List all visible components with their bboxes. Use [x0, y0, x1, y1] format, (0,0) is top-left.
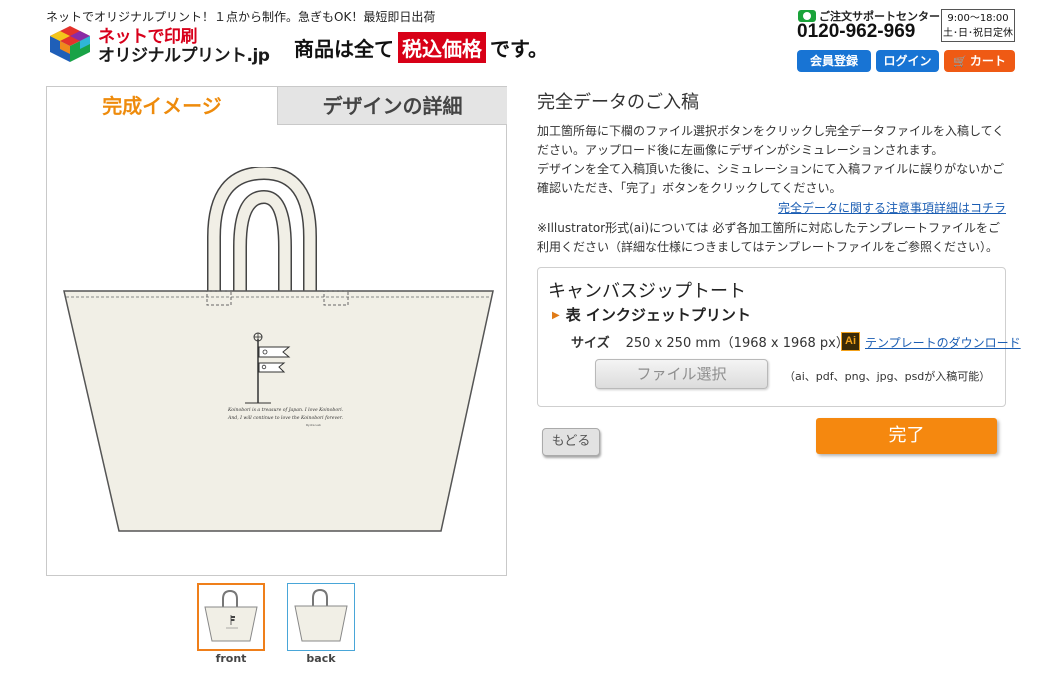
thumbnail-front[interactable]: [197, 583, 265, 651]
cart-button[interactable]: 🛒 カート: [944, 50, 1015, 72]
business-hours: 9:00～18:00 土･日･祝日定休: [941, 9, 1015, 42]
print-text-line1: Koinobori is a treasure of Japan. I love…: [227, 407, 344, 413]
tote-bag-back-thumbnail-icon: [294, 588, 348, 642]
thumbnail-back[interactable]: [287, 583, 355, 651]
print-signature: Ryota Lab: [306, 423, 321, 427]
tax-included-notice: 商品は全て 税込価格 です。: [294, 32, 548, 63]
register-button[interactable]: 会員登録: [797, 50, 871, 72]
print-text-line2: And, I will continue to love the Koinobo…: [227, 415, 343, 421]
site-logo[interactable]: ネットで印刷 オリジナルプリント.jp: [46, 22, 276, 66]
illustrator-file-icon: Ai: [841, 332, 860, 351]
back-button[interactable]: もどる: [542, 428, 600, 456]
cart-icon: 🛒: [953, 55, 967, 68]
tote-bag-front-thumbnail-icon: [204, 589, 258, 642]
instructions-paragraph-2: デザインを全て入稿頂いた後に、シミュレーションにて入稿ファイルに誤りがないかご確…: [537, 162, 1005, 195]
data-notes-link[interactable]: 完全データに関する注意事項詳細はコチラ: [778, 199, 1006, 216]
tax-badge: 税込価格: [398, 32, 486, 63]
tab-design-details[interactable]: デザインの詳細: [277, 87, 507, 125]
thumbnail-front-label: front: [215, 652, 247, 665]
thumbnail-back-label: back: [306, 652, 336, 665]
login-button[interactable]: ログイン: [876, 50, 939, 72]
cube-logo-icon: [50, 26, 90, 62]
support-phone-number[interactable]: 0120-962-969: [797, 21, 915, 43]
upload-section-title: 完全データのご入稿: [537, 92, 699, 113]
tax-suffix: です。: [490, 37, 548, 61]
print-side-row: ▶ 表 インクジェットプリント: [552, 304, 751, 325]
hours-closed-days: 土･日･祝日定休: [943, 28, 1013, 39]
preview-panel: 完成イメージ デザインの詳細 Koinobori is a treasure o…: [46, 86, 507, 576]
upload-instructions: 加工箇所毎に下欄のファイル選択ボタンをクリックし完全データファイルを入稿してくだ…: [537, 122, 1007, 198]
size-label: サイズ: [571, 336, 610, 351]
cart-label: カート: [969, 54, 1006, 68]
product-name: キャンバスジップトート: [548, 281, 746, 302]
tab-complete-image[interactable]: 完成イメージ: [47, 87, 277, 125]
done-button[interactable]: 完了: [816, 418, 997, 454]
triangle-bullet-icon: ▶: [552, 310, 560, 321]
illustrator-note: ※Illustrator形式(ai)については 必ず各加工箇所に対応したテンプレ…: [537, 221, 1000, 254]
file-select-button[interactable]: ファイル選択: [595, 359, 768, 389]
hours-time: 9:00～18:00: [947, 13, 1009, 24]
accepted-formats-note: （ai、pdf、png、jpg、psdが入稿可能）: [784, 370, 991, 383]
product-upload-box: キャンバスジップトート ▶ 表 インクジェットプリント サイズ 250 x 250 …: [537, 267, 1021, 407]
print-side-label: 表 インクジェットプリント: [565, 306, 751, 324]
instructions-paragraph-1: 加工箇所毎に下欄のファイル選択ボタンをクリックし完全データファイルを入稿してくだ…: [537, 124, 1005, 157]
tax-prefix: 商品は全て: [294, 37, 394, 61]
size-value: 250 x 250 mm（1968 x 1968 px）: [625, 336, 849, 351]
tote-bag-preview-image: Koinobori is a treasure of Japan. I love…: [63, 167, 494, 532]
logo-text-line2: オリジナルプリント.jp: [98, 46, 270, 66]
size-row: サイズ 250 x 250 mm（1968 x 1968 px）: [571, 332, 849, 351]
template-download-link[interactable]: テンプレートのダウンロード: [865, 334, 1021, 351]
